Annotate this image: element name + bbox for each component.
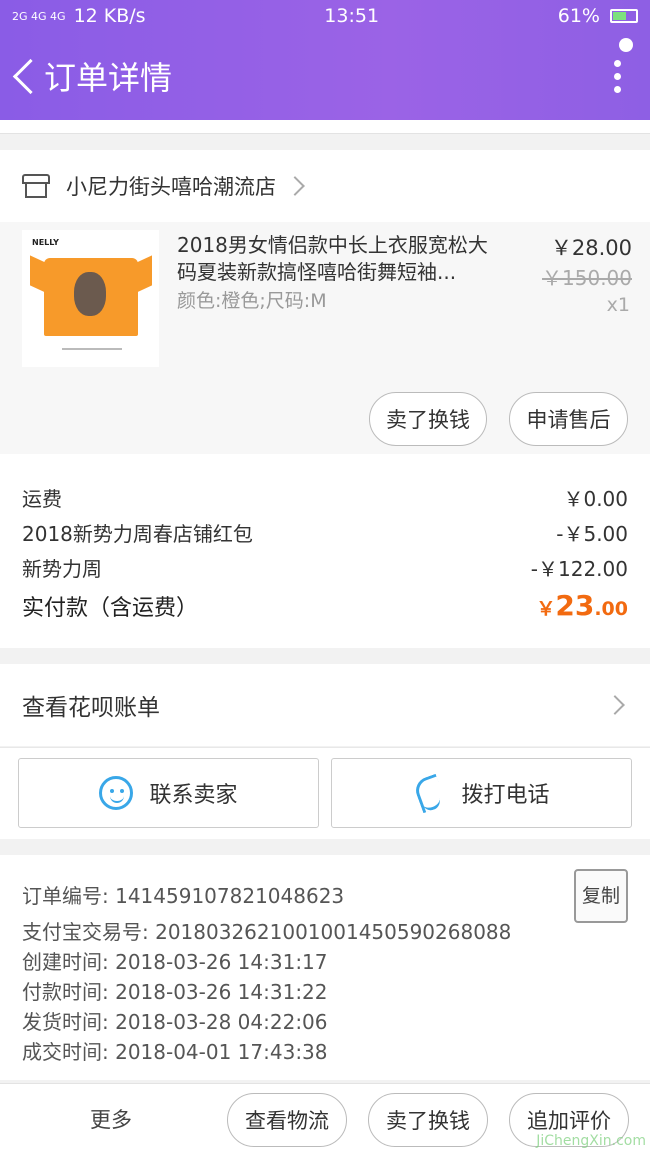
shop-name: 小尼力街头嘻哈潮流店 <box>66 175 276 199</box>
battery-fill <box>612 12 627 20</box>
sell-button[interactable]: 卖了换钱 <box>368 1093 488 1147</box>
fee-label: 2018新势力周春店铺红包 <box>22 522 253 546</box>
sell-button[interactable]: 卖了换钱 <box>369 392 487 446</box>
after-sale-button[interactable]: 申请售后 <box>509 392 628 446</box>
product-image[interactable]: NELLY <box>22 230 159 367</box>
more-button[interactable]: 更多 <box>90 1104 132 1134</box>
product-title: 2018男女情侣款中长上衣服宽松大码夏装新款搞怪嘻哈街舞短袖... <box>177 233 488 284</box>
fee-value: -￥5.00 <box>556 522 628 546</box>
created-time: 创建时间: 2018-03-26 14:31:17 <box>22 950 328 974</box>
battery-icon <box>609 9 638 23</box>
fee-row: 2018新势力周春店铺红包 -￥5.00 <box>22 515 628 550</box>
fee-label: 新势力周 <box>22 557 102 581</box>
fee-value: ￥0.00 <box>563 487 628 511</box>
huabei-bill-row[interactable]: 查看花呗账单 <box>0 664 650 746</box>
fee-label: 运费 <box>22 487 62 511</box>
order-number: 订单编号: 141459107821048623 <box>22 884 345 908</box>
total-currency: ￥ <box>536 598 556 620</box>
chevron-right-icon <box>605 695 625 715</box>
net-speed: 12 KB/s <box>73 5 146 27</box>
notification-dot <box>619 38 633 52</box>
watermark: JiChengXin.com <box>536 1133 646 1149</box>
fee-summary: 运费 ￥0.00 2018新势力周春店铺红包 -￥5.00 新势力周 -￥122… <box>0 454 650 648</box>
chat-icon <box>99 776 134 810</box>
product-original-price: ￥150.00 <box>542 266 632 290</box>
completed-time: 成交时间: 2018-04-01 17:43:38 <box>22 1040 328 1064</box>
bottom-action-bar: 更多 查看物流 卖了换钱 追加评价 JiChengXin.com <box>0 1083 650 1155</box>
fee-row: 运费 ￥0.00 <box>22 480 628 515</box>
battery-percent: 61% <box>557 5 600 27</box>
top-bar: 2G 4G 4G 12 KB/s 13:51 61% 订单详情 <box>0 0 650 120</box>
total-amount: ￥23.00 <box>536 589 628 622</box>
shipped-time: 发货时间: 2018-03-28 04:22:06 <box>22 1010 328 1034</box>
clock: 13:51 <box>324 5 380 27</box>
total-row: 实付款（含运费） ￥23.00 <box>22 589 628 622</box>
huabei-label: 查看花呗账单 <box>22 695 160 721</box>
fee-row: 新势力周 -￥122.00 <box>22 550 628 585</box>
call-phone-button[interactable]: 拨打电话 <box>331 758 632 828</box>
alipay-trade-number: 支付宝交易号: 2018032621001001450590268088 <box>22 920 512 944</box>
back-icon[interactable] <box>12 57 34 95</box>
shop-icon <box>22 174 50 198</box>
chevron-right-icon <box>285 176 305 196</box>
header-spacer <box>0 120 650 134</box>
product-image-brand: NELLY <box>32 238 59 247</box>
total-integer: 23 <box>555 589 595 622</box>
order-item[interactable]: NELLY 2018男女情侣款中长上衣服宽松大码夏装新款搞怪嘻哈街舞短袖... … <box>0 222 650 454</box>
shop-row[interactable]: 小尼力街头嘻哈潮流店 <box>0 150 650 222</box>
total-decimal: .00 <box>594 598 628 620</box>
fee-value: -￥122.00 <box>530 557 628 581</box>
contact-seller-button[interactable]: 联系卖家 <box>18 758 319 828</box>
nav-bar: 订单详情 <box>0 32 650 120</box>
product-price: ￥28.00 <box>550 236 632 260</box>
phone-icon <box>413 775 445 811</box>
view-logistics-button[interactable]: 查看物流 <box>227 1093 347 1147</box>
contact-seller-label: 联系卖家 <box>149 783 238 808</box>
signal-indicator: 2G 4G 4G <box>12 9 66 23</box>
paid-time: 付款时间: 2018-03-26 14:31:22 <box>22 980 328 1004</box>
product-quantity: x1 <box>606 294 630 316</box>
status-bar: 2G 4G 4G 12 KB/s 13:51 61% <box>0 0 650 32</box>
page-title: 订单详情 <box>44 59 173 97</box>
order-number-row: 订单编号: 141459107821048623 复制 <box>22 869 628 923</box>
call-phone-label: 拨打电话 <box>461 783 550 808</box>
product-spec: 颜色:橙色;尺码:M <box>177 290 327 312</box>
total-label: 实付款（含运费） <box>22 595 199 621</box>
copy-button[interactable]: 复制 <box>573 869 628 923</box>
more-icon[interactable] <box>598 46 638 106</box>
contact-bar: 联系卖家 拨打电话 <box>0 747 650 839</box>
order-info: 订单编号: 141459107821048623 复制 支付宝交易号: 2018… <box>0 855 650 1080</box>
